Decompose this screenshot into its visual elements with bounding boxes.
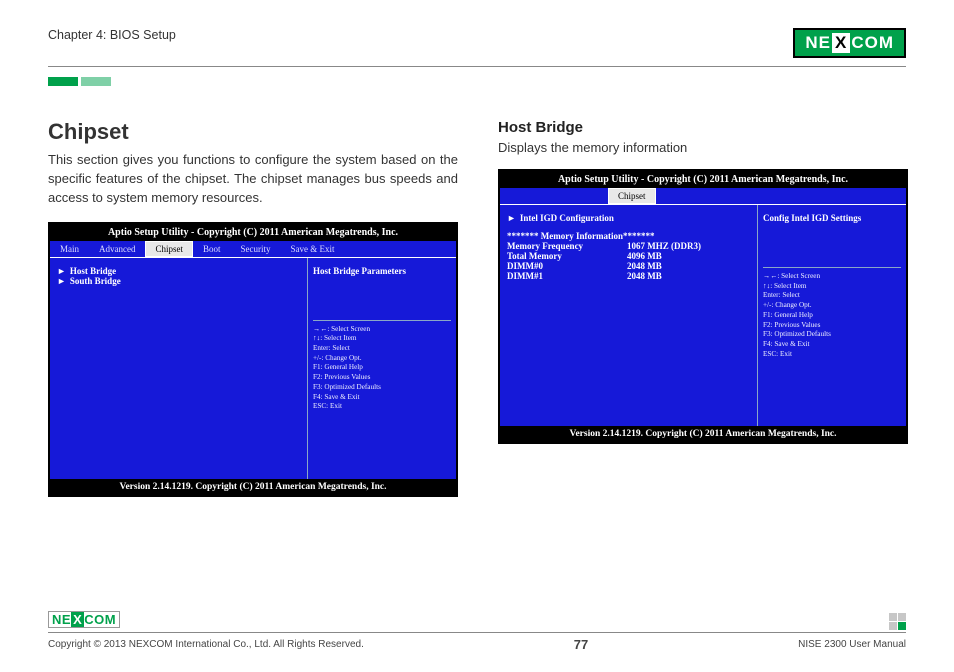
bios-tab-boot[interactable]: Boot bbox=[193, 241, 231, 257]
bios-title: Aptio Setup Utility - Copyright (C) 2011… bbox=[500, 171, 906, 188]
section-title-chipset: Chipset bbox=[48, 119, 458, 145]
bios-help-keys: →←: Select Screen ↑↓: Select Item Enter:… bbox=[763, 267, 901, 359]
bios-tab-advanced[interactable]: Advanced bbox=[89, 241, 145, 257]
bios-left-panel: ►Intel IGD Configuration ******* Memory … bbox=[500, 205, 758, 426]
menu-intel-igd[interactable]: ►Intel IGD Configuration bbox=[507, 213, 750, 223]
bios-help-title: Config Intel IGD Settings bbox=[763, 213, 901, 223]
nexcom-logo-small: NEXCOM bbox=[48, 611, 120, 628]
bios-tab-chipset[interactable]: Chipset bbox=[145, 241, 193, 257]
row-dimm0: DIMM#0 2048 MB bbox=[507, 261, 750, 271]
bios-help-title: Host Bridge Parameters bbox=[313, 266, 451, 276]
decorative-tabs bbox=[48, 73, 906, 91]
menu-host-bridge[interactable]: ►Host Bridge bbox=[57, 266, 300, 276]
chipset-description: This section gives you functions to conf… bbox=[48, 151, 458, 208]
menu-south-bridge[interactable]: ►South Bridge bbox=[57, 276, 300, 286]
host-bridge-description: Displays the memory information bbox=[498, 140, 908, 155]
section-title-host-bridge: Host Bridge bbox=[498, 119, 908, 136]
bios-right-panel: Host Bridge Parameters →←: Select Screen… bbox=[308, 258, 456, 479]
decorative-squares-icon bbox=[889, 613, 906, 630]
bios-footer: Version 2.14.1219. Copyright (C) 2011 Am… bbox=[500, 426, 906, 442]
copyright-text: Copyright © 2013 NEXCOM International Co… bbox=[48, 639, 364, 650]
top-rule bbox=[48, 66, 906, 67]
bios-tab-main[interactable]: Main bbox=[50, 241, 89, 257]
bios-left-panel: ►Host Bridge ►South Bridge bbox=[50, 258, 308, 479]
page-number: 77 bbox=[574, 637, 588, 652]
row-total-memory: Total Memory 4096 MB bbox=[507, 251, 750, 261]
bios-tab-bar: Chipset bbox=[500, 188, 906, 204]
bios-footer: Version 2.14.1219. Copyright (C) 2011 Am… bbox=[50, 479, 456, 495]
bios-tab-security[interactable]: Security bbox=[231, 241, 281, 257]
row-dimm1: DIMM#1 2048 MB bbox=[507, 271, 750, 281]
bios-tab-bar: Main Advanced Chipset Boot Security Save… bbox=[50, 241, 456, 257]
bios-help-keys: →←: Select Screen ↑↓: Select Item Enter:… bbox=[313, 320, 451, 412]
chapter-label: Chapter 4: BIOS Setup bbox=[48, 28, 176, 42]
bios-tab-chipset[interactable]: Chipset bbox=[608, 188, 656, 204]
bios-right-panel: Config Intel IGD Settings →←: Select Scr… bbox=[758, 205, 906, 426]
manual-name: NISE 2300 User Manual bbox=[798, 639, 906, 650]
bios-screenshot-chipset: Aptio Setup Utility - Copyright (C) 2011… bbox=[48, 222, 458, 497]
bios-title: Aptio Setup Utility - Copyright (C) 2011… bbox=[50, 224, 456, 241]
bios-tab-save-exit[interactable]: Save & Exit bbox=[281, 241, 345, 257]
bottom-rule bbox=[48, 632, 906, 633]
nexcom-logo: NEXCOM bbox=[793, 28, 906, 58]
memory-info-header: ******* Memory Information******* bbox=[507, 231, 750, 241]
row-mem-frequency: Memory Frequency 1067 MHZ (DDR3) bbox=[507, 241, 750, 251]
bios-screenshot-host-bridge: Aptio Setup Utility - Copyright (C) 2011… bbox=[498, 169, 908, 444]
